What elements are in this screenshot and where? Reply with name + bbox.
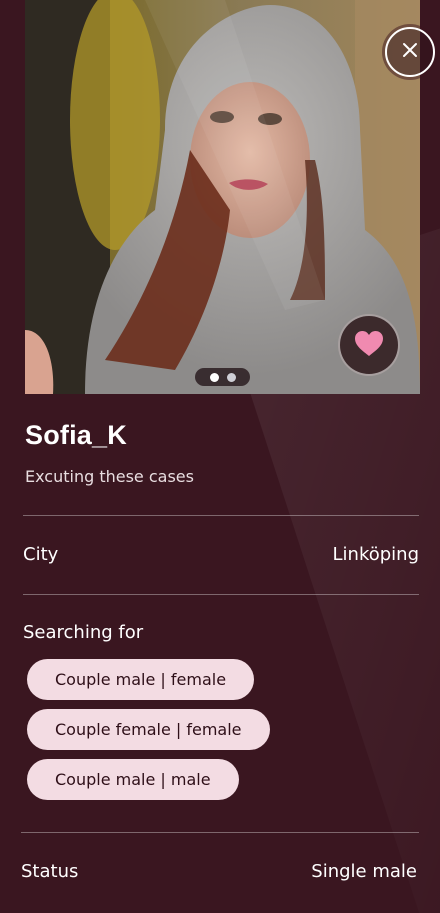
profile-screen: Sofia_K Excuting these cases City Linköp… — [0, 0, 440, 913]
divider — [23, 515, 419, 516]
profile-username: Sofia_K — [25, 420, 127, 450]
status-label: Status — [21, 861, 79, 882]
searching-for-chip: Couple male | male — [27, 759, 239, 800]
close-icon — [402, 42, 418, 62]
heart-icon — [354, 330, 384, 361]
photo-pagination — [195, 368, 250, 386]
searching-for-title: Searching for — [23, 622, 144, 643]
like-button[interactable] — [338, 314, 400, 376]
city-value: Linköping — [332, 544, 420, 565]
searching-for-chip: Couple male | female — [27, 659, 255, 700]
city-label: City — [23, 544, 59, 565]
pagination-dot-active[interactable] — [209, 372, 219, 382]
close-button[interactable] — [385, 27, 435, 77]
profile-tagline: Excuting these cases — [25, 467, 194, 486]
divider — [21, 832, 419, 833]
divider — [23, 594, 419, 595]
pagination-dot[interactable] — [226, 372, 236, 382]
status-value: Single male — [311, 861, 417, 882]
searching-for-chip: Couple female | female — [27, 709, 270, 750]
